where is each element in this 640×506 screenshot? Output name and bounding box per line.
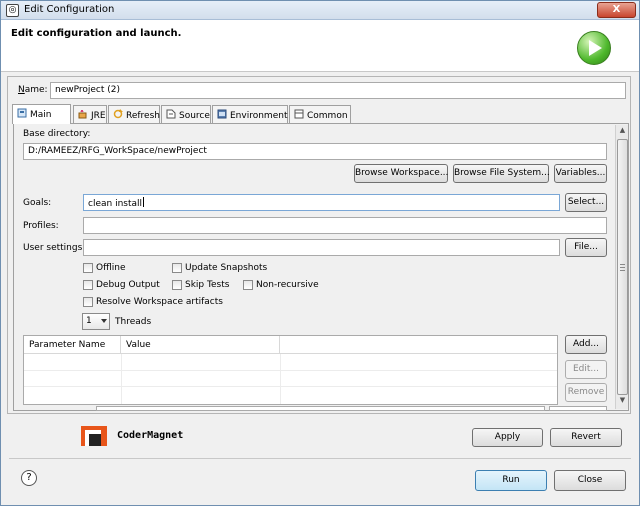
table-row: [24, 386, 557, 387]
edit-configuration-window: ◎ Edit Configuration X Edit configuratio…: [0, 0, 640, 506]
skip-tests-label: Skip Tests: [185, 280, 230, 290]
goals-input[interactable]: clean install: [83, 194, 560, 211]
threads-select[interactable]: 1: [82, 313, 110, 330]
file-button[interactable]: File...: [565, 238, 607, 257]
tab-jre[interactable]: JRE: [73, 105, 107, 123]
non-recursive-checkbox[interactable]: [243, 280, 253, 290]
edit-parameter-button[interactable]: Edit...: [565, 360, 607, 379]
text-cursor: [143, 197, 145, 207]
partially-hidden-button[interactable]: [549, 406, 607, 411]
banner-title: Edit configuration and launch.: [11, 28, 182, 39]
scrollbar-thumb[interactable]: [617, 139, 628, 395]
tab-refresh[interactable]: Refresh: [108, 105, 160, 123]
panel-scrollbar[interactable]: ▲ ▼: [615, 125, 628, 409]
scroll-up-arrow-icon[interactable]: ▲: [617, 126, 628, 138]
column-divider: [280, 354, 281, 404]
select-goals-button[interactable]: Select...: [565, 193, 607, 212]
partially-hidden-field[interactable]: [96, 406, 545, 411]
jre-icon: [78, 109, 88, 119]
column-header-value[interactable]: Value: [121, 336, 280, 354]
title-bar[interactable]: ◎ Edit Configuration X: [1, 1, 639, 20]
resolve-workspace-checkbox[interactable]: [83, 297, 93, 307]
goals-label: Goals:: [23, 198, 52, 208]
debug-output-checkbox[interactable]: [83, 280, 93, 290]
window-title: Edit Configuration: [24, 4, 115, 15]
resolve-workspace-label: Resolve Workspace artifacts: [96, 297, 223, 307]
table-row: [24, 370, 557, 371]
user-settings-input[interactable]: [83, 239, 560, 256]
variables-button[interactable]: Variables...: [554, 164, 607, 183]
run-button[interactable]: Run: [475, 470, 547, 491]
codermagnet-logo: [81, 426, 107, 446]
browse-workspace-button[interactable]: Browse Workspace...: [354, 164, 448, 183]
common-icon: [294, 109, 304, 119]
user-settings-label: User settings:: [23, 243, 86, 253]
window-close-button[interactable]: X: [597, 2, 636, 18]
run-launch-icon: [577, 31, 611, 65]
column-header-filler: [280, 336, 557, 354]
tab-environment[interactable]: Environment: [212, 105, 288, 123]
tab-source[interactable]: Source: [161, 105, 211, 123]
remove-parameter-button[interactable]: Remove: [565, 383, 607, 402]
name-label: Name:: [18, 85, 48, 95]
profiles-label: Profiles:: [23, 221, 59, 231]
header-banner: Edit configuration and launch.: [1, 20, 639, 72]
parameters-table[interactable]: Parameter Name Value: [23, 335, 558, 405]
footer-separator: [9, 458, 631, 459]
base-directory-input[interactable]: D:/RAMEEZ/RFG_WorkSpace/newProject: [23, 143, 607, 160]
source-icon: [166, 109, 176, 119]
name-input[interactable]: newProject (2): [50, 82, 626, 99]
tab-main[interactable]: Main: [12, 104, 71, 124]
scroll-down-arrow-icon[interactable]: ▼: [617, 396, 628, 408]
eclipse-app-icon: ◎: [6, 4, 19, 17]
column-header-parameter-name[interactable]: Parameter Name: [24, 336, 121, 354]
skip-tests-checkbox[interactable]: [172, 280, 182, 290]
non-recursive-label: Non-recursive: [256, 280, 319, 290]
browse-file-system-button[interactable]: Browse File System...: [453, 164, 550, 183]
column-divider: [121, 354, 122, 404]
revert-button[interactable]: Revert: [550, 428, 622, 447]
update-snapshots-label: Update Snapshots: [185, 263, 268, 273]
tab-common[interactable]: Common: [289, 105, 351, 123]
brand-name: CoderMagnet: [117, 430, 184, 441]
main-tab-icon: [17, 108, 27, 118]
environment-icon: [217, 109, 227, 119]
debug-output-label: Debug Output: [96, 280, 160, 290]
offline-label: Offline: [96, 263, 126, 273]
apply-button[interactable]: Apply: [472, 428, 543, 447]
offline-checkbox[interactable]: [83, 263, 93, 273]
refresh-icon: [113, 109, 123, 119]
chevron-down-icon: [101, 319, 107, 323]
base-directory-label: Base directory:: [23, 129, 91, 139]
close-button[interactable]: Close: [554, 470, 626, 491]
threads-label: Threads: [115, 317, 152, 327]
update-snapshots-checkbox[interactable]: [172, 263, 182, 273]
profiles-input[interactable]: [83, 217, 607, 234]
help-icon[interactable]: ?: [21, 470, 37, 486]
add-parameter-button[interactable]: Add...: [565, 335, 607, 354]
